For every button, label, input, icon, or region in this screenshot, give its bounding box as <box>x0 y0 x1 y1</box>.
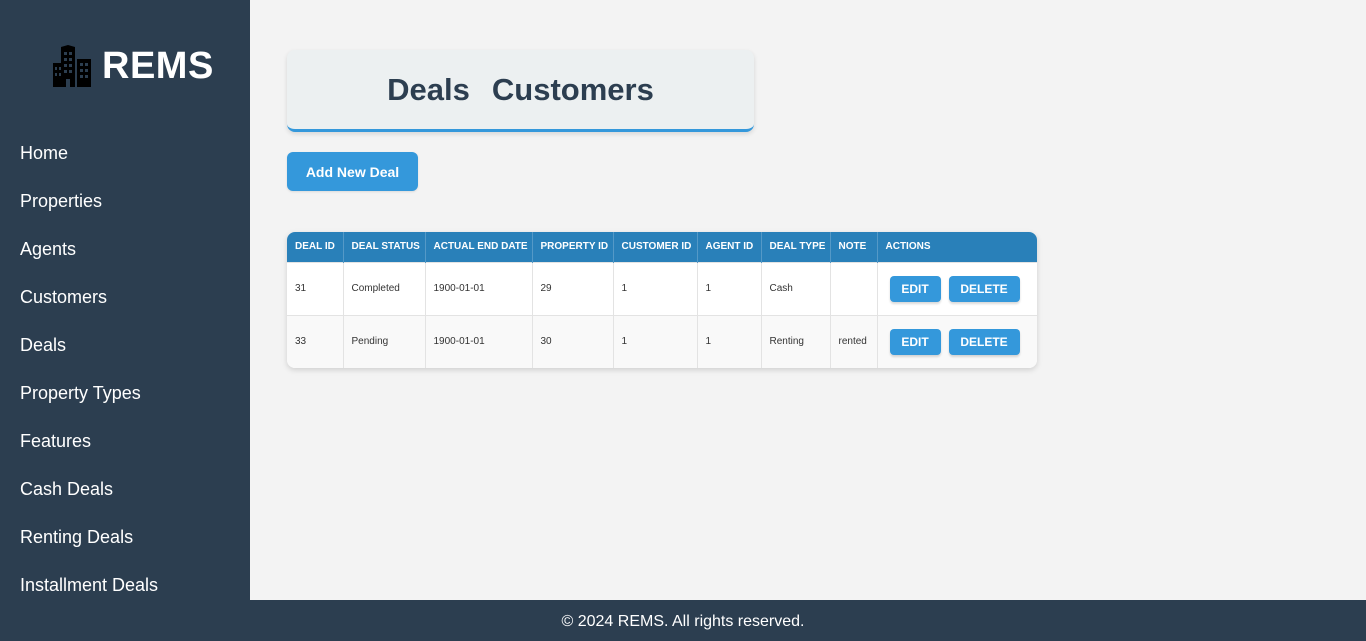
sidebar-item-property-types[interactable]: Property Types <box>0 369 250 417</box>
sidebar-item-cash-deals[interactable]: Cash Deals <box>0 465 250 513</box>
column-header-deal-type: DEAL TYPE <box>761 232 831 262</box>
cell-agent-id: 1 <box>697 261 762 315</box>
cell-deal-type: Renting <box>761 314 831 368</box>
sidebar-item-features[interactable]: Features <box>0 417 250 465</box>
footer: © 2024 REMS. All rights reserved. <box>0 600 1366 641</box>
sidebar-item-home[interactable]: Home <box>0 129 250 177</box>
edit-button[interactable]: EDIT <box>889 328 941 355</box>
buildings-icon <box>53 45 91 87</box>
sidebar-item-properties[interactable]: Properties <box>0 177 250 225</box>
sidebar-item-renting-deals[interactable]: Renting Deals <box>0 513 250 561</box>
deals-table: DEAL ID DEAL STATUS ACTUAL END DATE PROP… <box>287 232 1037 368</box>
cell-agent-id: 1 <box>697 314 762 368</box>
column-header-deal-status: DEAL STATUS <box>343 232 426 262</box>
main-content: Deals Customers Add New Deal DEAL ID DEA… <box>250 0 1366 600</box>
page-header: Deals Customers <box>287 50 754 132</box>
cell-deal-type: Cash <box>761 261 831 315</box>
brand-logo[interactable]: REMS <box>52 44 214 88</box>
sidebar-item-customers[interactable]: Customers <box>0 273 250 321</box>
delete-button[interactable]: DELETE <box>948 328 1020 355</box>
cell-deal-status: Completed <box>343 261 426 315</box>
cell-note: rented <box>830 314 878 368</box>
cell-actual-end-date: 1900-01-01 <box>425 261 533 315</box>
sidebar-item-agents[interactable]: Agents <box>0 225 250 273</box>
column-header-deal-id: DEAL ID <box>287 232 344 262</box>
deals-table-container: DEAL ID DEAL STATUS ACTUAL END DATE PROP… <box>287 232 1037 368</box>
table-row: 31 Completed 1900-01-01 29 1 1 Cash EDIT… <box>287 261 1037 315</box>
footer-copyright: © 2024 REMS. All rights reserved. <box>561 613 805 630</box>
header-tab-customers[interactable]: Customers <box>492 72 654 108</box>
brand-name: REMS <box>102 45 214 87</box>
cell-deal-status: Pending <box>343 314 426 368</box>
cell-actual-end-date: 1900-01-01 <box>425 314 533 368</box>
cell-property-id: 29 <box>532 261 614 315</box>
table-header-row: DEAL ID DEAL STATUS ACTUAL END DATE PROP… <box>287 232 1037 262</box>
column-header-actions: ACTIONS <box>877 232 1037 262</box>
column-header-actual-end-date: ACTUAL END DATE <box>425 232 533 262</box>
column-header-agent-id: AGENT ID <box>697 232 762 262</box>
table-row: 33 Pending 1900-01-01 30 1 1 Renting ren… <box>287 314 1037 368</box>
column-header-property-id: PROPERTY ID <box>532 232 614 262</box>
cell-deal-id: 31 <box>287 261 344 315</box>
cell-note <box>830 261 878 315</box>
sidebar: REMS Home Properties Agents Customers De… <box>0 0 250 600</box>
column-header-note: NOTE <box>830 232 878 262</box>
cell-deal-id: 33 <box>287 314 344 368</box>
sidebar-nav: Home Properties Agents Customers Deals P… <box>0 129 250 609</box>
cell-actions: EDIT DELETE <box>877 261 1037 315</box>
cell-customer-id: 1 <box>613 261 698 315</box>
cell-property-id: 30 <box>532 314 614 368</box>
header-tab-deals[interactable]: Deals <box>387 72 470 108</box>
sidebar-item-deals[interactable]: Deals <box>0 321 250 369</box>
add-new-deal-button[interactable]: Add New Deal <box>287 152 418 191</box>
cell-customer-id: 1 <box>613 314 698 368</box>
delete-button[interactable]: DELETE <box>948 275 1020 302</box>
column-header-customer-id: CUSTOMER ID <box>613 232 698 262</box>
edit-button[interactable]: EDIT <box>889 275 941 302</box>
cell-actions: EDIT DELETE <box>877 314 1037 368</box>
